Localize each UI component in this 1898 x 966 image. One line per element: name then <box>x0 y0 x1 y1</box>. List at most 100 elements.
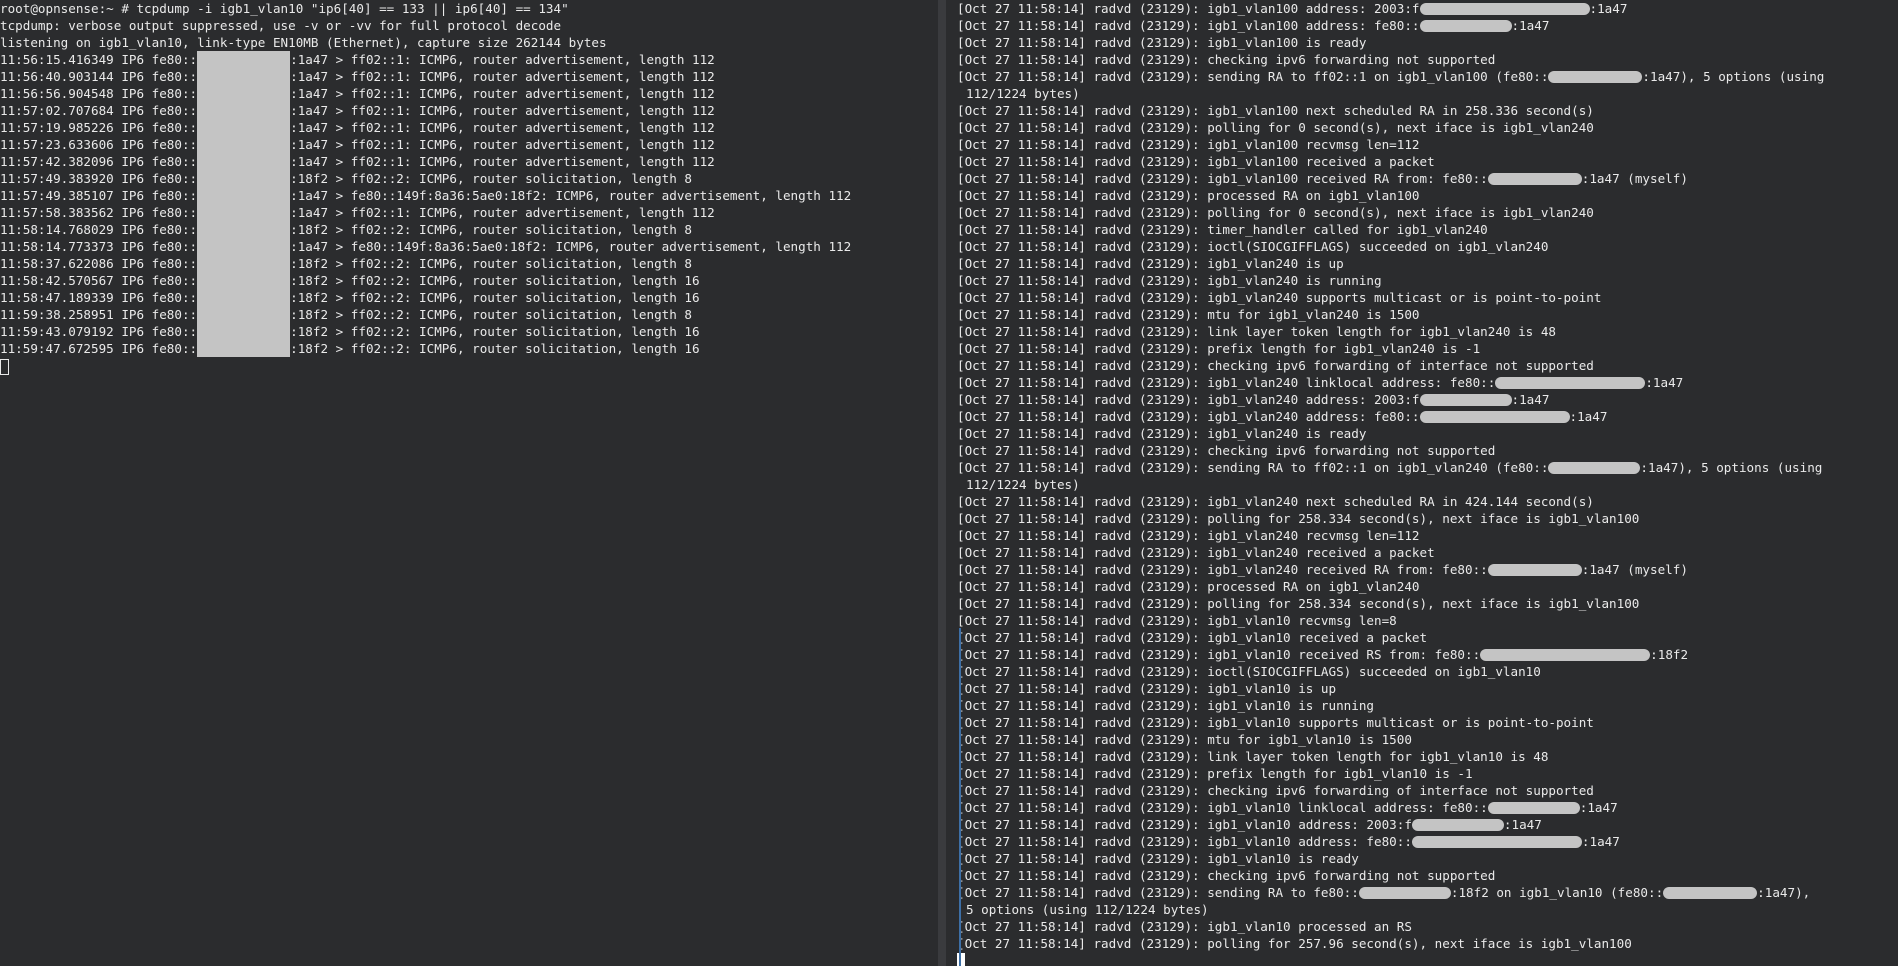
packet-row: 11:57:49.383920 IP6 fe80:::18f2 > ff02::… <box>0 170 937 187</box>
packet-time: 11:58:47.189339 <box>0 290 114 305</box>
log-line: [Oct 27 11:58:14] radvd (23129): igb1_vl… <box>957 153 1898 170</box>
log-prefix: [Oct 27 11:58:14] radvd (23129): <box>956 919 1208 934</box>
log-line: [Oct 27 11:58:14] radvd (23129): igb1_vl… <box>957 255 1898 272</box>
redaction-pill <box>1419 393 1512 406</box>
log-prefix: [Oct 27 11:58:14] radvd (23129): <box>956 222 1208 237</box>
redaction-box <box>197 238 291 255</box>
log-prefix: [Oct 27 11:58:14] radvd (23129): <box>956 307 1208 322</box>
packet-proto: IP6 fe80:: <box>113 205 198 220</box>
log-line: [Oct 27 11:58:14] radvd (23129): igb1_vl… <box>957 646 1898 663</box>
log-message: igb1_vlan100 is ready <box>1207 35 1367 50</box>
redaction-box <box>197 221 291 238</box>
log-message: igb1_vlan240 linklocal address: fe80:: <box>1207 375 1496 390</box>
packet-time: 11:59:38.258951 <box>0 307 114 322</box>
log-message: :18f2 on igb1_vlan10 (fe80:: <box>1450 885 1664 900</box>
command-line: root@opnsense:~ # tcpdump -i igb1_vlan10… <box>0 1 569 16</box>
log-line: [Oct 27 11:58:14] radvd (23129): prefix … <box>957 765 1898 782</box>
log-message: igb1_vlan10 received RS from: fe80:: <box>1207 647 1481 662</box>
log-line: [Oct 27 11:58:14] radvd (23129): igb1_vl… <box>957 136 1898 153</box>
packet-time: 11:57:42.382096 <box>0 154 114 169</box>
redaction-box <box>197 136 291 153</box>
log-line: [Oct 27 11:58:14] radvd (23129): igb1_vl… <box>957 170 1898 187</box>
log-message: igb1_vlan10 address: fe80:: <box>1207 834 1412 849</box>
log-message: igb1_vlan240 is running <box>1207 273 1382 288</box>
log-message: polling for 257.96 second(s), next iface… <box>1207 936 1632 951</box>
redaction-box <box>197 289 291 306</box>
redaction-pill <box>1480 648 1651 661</box>
log-prefix: [Oct 27 11:58:14] radvd (23129): <box>956 273 1208 288</box>
log-message: igb1_vlan10 supports multicast or is poi… <box>1207 715 1594 730</box>
redaction-box <box>197 187 291 204</box>
packet-summary: :1a47 > ff02::1: ICMP6, router advertise… <box>290 69 715 84</box>
log-message: checking ipv6 forwarding of interface no… <box>1207 358 1594 373</box>
redaction-pill <box>1419 410 1570 423</box>
radvd-log-pane[interactable]: [Oct 27 11:58:14] radvd (23129): igb1_vl… <box>950 0 1898 966</box>
packet-proto: IP6 fe80:: <box>113 324 198 339</box>
log-message: processed RA on igb1_vlan240 <box>1207 579 1420 594</box>
log-prefix: [Oct 27 11:58:14] radvd (23129): <box>956 324 1208 339</box>
log-message: igb1_vlan10 received a packet <box>1207 630 1428 645</box>
packet-row: 11:57:58.383562 IP6 fe80:::1a47 > ff02::… <box>0 204 937 221</box>
log-message: prefix length for igb1_vlan10 is -1 <box>1207 766 1473 781</box>
log-line: [Oct 27 11:58:14] radvd (23129): polling… <box>957 935 1898 952</box>
log-message: igb1_vlan10 recvmsg len=8 <box>1207 613 1397 628</box>
log-line: [Oct 27 11:58:14] radvd (23129): process… <box>957 578 1898 595</box>
packet-summary: :1a47 > fe80::149f:8a36:5ae0:18f2: ICMP6… <box>290 188 852 203</box>
redaction-box <box>197 153 291 170</box>
log-line: [Oct 27 11:58:14] radvd (23129): igb1_vl… <box>957 493 1898 510</box>
log-prefix: [Oct 27 11:58:14] radvd (23129): <box>956 664 1208 679</box>
log-message: :1a47 <box>1581 834 1620 849</box>
log-message: :1a47), 5 options (using <box>1640 460 1823 475</box>
log-prefix: [Oct 27 11:58:14] radvd (23129): <box>956 409 1208 424</box>
log-prefix: [Oct 27 11:58:14] radvd (23129): <box>956 35 1208 50</box>
log-message: igb1_vlan240 received a packet <box>1207 545 1435 560</box>
log-message: checking ipv6 forwarding not supported <box>1207 52 1496 67</box>
log-message: :1a47 <box>1503 817 1542 832</box>
log-message: igb1_vlan10 is up <box>1207 681 1337 696</box>
log-line: [Oct 27 11:58:14] radvd (23129): checkin… <box>957 782 1898 799</box>
log-line: [Oct 27 11:58:14] radvd (23129): sending… <box>957 459 1898 476</box>
log-prefix: [Oct 27 11:58:14] radvd (23129): <box>956 188 1208 203</box>
log-prefix: [Oct 27 11:58:14] radvd (23129): <box>956 783 1208 798</box>
log-message: igb1_vlan240 received RA from: fe80:: <box>1207 562 1488 577</box>
packet-time: 11:58:14.773373 <box>0 239 114 254</box>
packet-time: 11:56:40.903144 <box>0 69 114 84</box>
prompt-line <box>0 357 937 375</box>
log-message: polling for 258.334 second(s), next ifac… <box>1207 596 1640 611</box>
packet-row: 11:58:37.622086 IP6 fe80:::18f2 > ff02::… <box>0 255 937 272</box>
log-line-continuation: 5 options (using 112/1224 bytes) <box>965 902 1209 917</box>
log-prefix: [Oct 27 11:58:14] radvd (23129): <box>956 137 1208 152</box>
packet-proto: IP6 fe80:: <box>113 120 198 135</box>
log-prefix: [Oct 27 11:58:14] radvd (23129): <box>956 800 1208 815</box>
redaction-box <box>197 306 291 323</box>
log-line: [Oct 27 11:58:14] radvd (23129): ioctl(S… <box>957 663 1898 680</box>
log-message: igb1_vlan10 processed an RS <box>1207 919 1412 934</box>
log-line: [Oct 27 11:58:14] radvd (23129): igb1_vl… <box>957 425 1898 442</box>
log-prefix: [Oct 27 11:58:14] radvd (23129): <box>956 154 1208 169</box>
log-prefix: [Oct 27 11:58:14] radvd (23129): <box>956 460 1208 475</box>
pane-divider[interactable] <box>937 0 951 966</box>
packet-summary: :1a47 > ff02::1: ICMP6, router advertise… <box>290 154 715 169</box>
tcpdump-pane[interactable]: root@opnsense:~ # tcpdump -i igb1_vlan10… <box>0 0 938 966</box>
log-message: igb1_vlan100 received RA from: fe80:: <box>1207 171 1488 186</box>
log-message: :1a47), 5 options (using <box>1642 69 1825 84</box>
log-message: igb1_vlan240 address: fe80:: <box>1207 409 1420 424</box>
pane-split-handle[interactable] <box>938 0 947 966</box>
packet-row: 11:56:56.904548 IP6 fe80:::1a47 > ff02::… <box>0 85 937 102</box>
log-line-continuation: 112/1224 bytes) <box>965 86 1080 101</box>
log-line: [Oct 27 11:58:14] radvd (23129): polling… <box>957 510 1898 527</box>
log-prefix: [Oct 27 11:58:14] radvd (23129): <box>956 528 1208 543</box>
log-message: ioctl(SIOCGIFFLAGS) succeeded on igb1_vl… <box>1207 664 1541 679</box>
log-prefix: [Oct 27 11:58:14] radvd (23129): <box>956 341 1208 356</box>
packet-row: 11:59:38.258951 IP6 fe80:::18f2 > ff02::… <box>0 306 937 323</box>
log-line: [Oct 27 11:58:14] radvd (23129): polling… <box>957 204 1898 221</box>
log-line: [Oct 27 11:58:14] radvd (23129): igb1_vl… <box>957 697 1898 714</box>
log-prefix: [Oct 27 11:58:14] radvd (23129): <box>956 443 1208 458</box>
log-message: checking ipv6 forwarding of interface no… <box>1207 783 1594 798</box>
log-message: sending RA to ff02::1 on igb1_vlan240 (f… <box>1207 460 1549 475</box>
log-prefix: [Oct 27 11:58:14] radvd (23129): <box>956 698 1208 713</box>
packet-summary: :1a47 > ff02::1: ICMP6, router advertise… <box>290 103 715 118</box>
packet-time: 11:57:02.707684 <box>0 103 114 118</box>
log-prefix: [Oct 27 11:58:14] radvd (23129): <box>956 205 1208 220</box>
log-message: igb1_vlan10 is ready <box>1207 851 1359 866</box>
